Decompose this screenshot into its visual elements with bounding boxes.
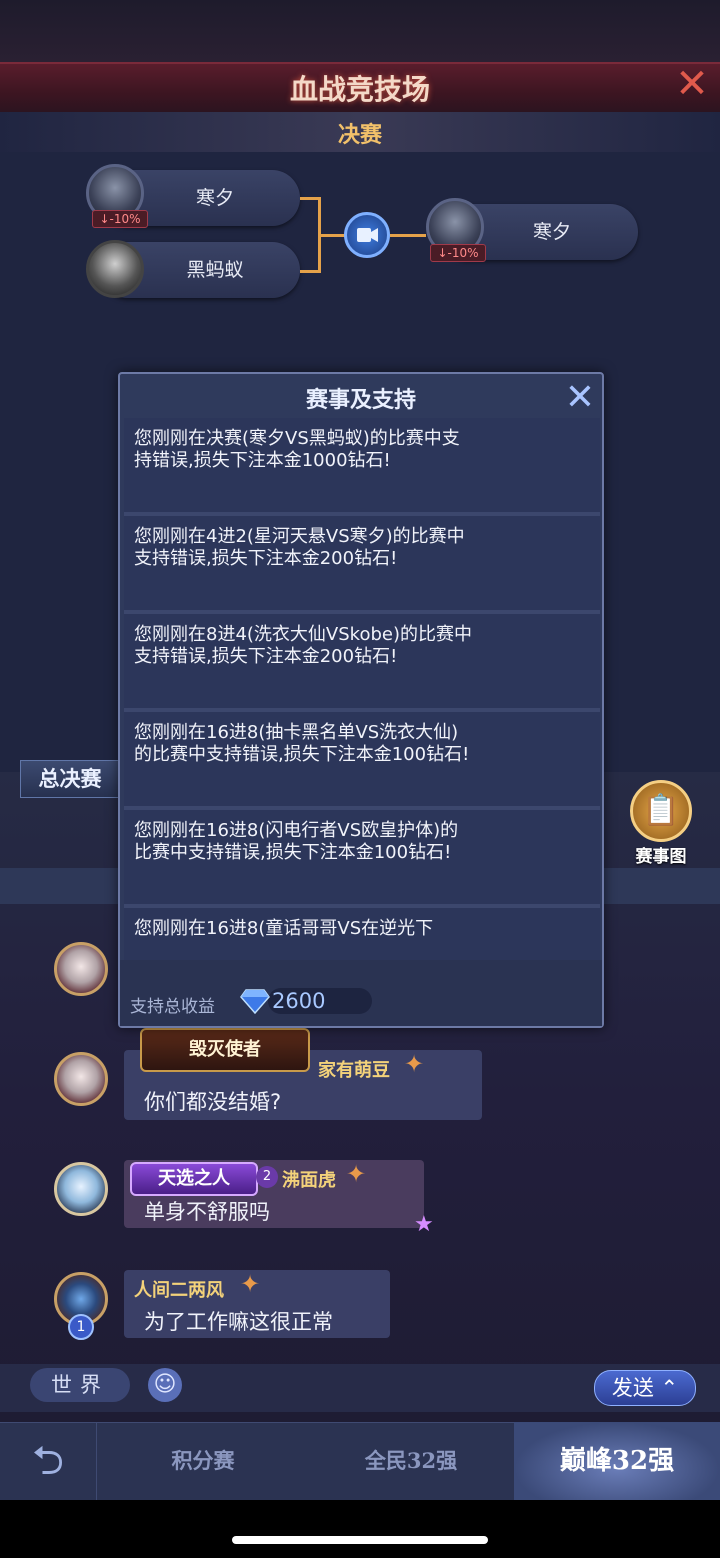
- list-item: 您刚刚在16进8(抽卡黑名单VS洗衣大仙)的比赛中支持错误,损失下注本金100钻…: [124, 712, 600, 810]
- title-badge: 天选之人: [130, 1162, 258, 1196]
- close-icon[interactable]: ✕: [560, 378, 600, 418]
- chat-username[interactable]: 人间二两风: [134, 1276, 224, 1302]
- bet-record-list[interactable]: 您刚刚在决赛(寒夕VS黑蚂蚁)的比赛中支持错误,损失下注本金1000钻石! 您刚…: [124, 418, 600, 962]
- video-play-icon[interactable]: [344, 212, 390, 258]
- list-item-text: 您刚刚在决赛(寒夕VS黑蚂蚁)的比赛中支持错误,损失下注本金1000钻石!: [134, 428, 460, 471]
- chevron-up-icon: ⌃: [653, 1376, 679, 1400]
- support-dialog: 赛事及支持 ✕ 您刚刚在决赛(寒夕VS黑蚂蚁)的比赛中支持错误,损失下注本金10…: [118, 372, 604, 1028]
- nav-top32-peak[interactable]: 巅峰32强: [514, 1422, 720, 1500]
- level-chip: 2: [256, 1166, 278, 1188]
- list-item-text: 您刚刚在8进4(洗衣大仙VSkobe)的比赛中支持错误,损失下注本金200钻石!: [134, 624, 472, 667]
- home-indicator-area: [0, 1500, 720, 1558]
- list-item: 您刚刚在16进8(童话哥哥VS在逆光下: [124, 908, 600, 962]
- list-item: 您刚刚在8进4(洗衣大仙VSkobe)的比赛中支持错误,损失下注本金200钻石!: [124, 614, 600, 712]
- send-label: 发送: [611, 1376, 654, 1400]
- bracket-line: [300, 197, 320, 200]
- player1-change-badge: ↓-10%: [92, 210, 148, 228]
- back-arrow-icon[interactable]: ⮌: [0, 1422, 97, 1500]
- chat-avatar[interactable]: [54, 942, 108, 996]
- emoji-icon[interactable]: ☺: [148, 1368, 182, 1402]
- vip-chip: 1: [68, 1314, 94, 1340]
- list-item-text: 您刚刚在16进8(抽卡黑名单VS洗衣大仙)的比赛中支持错误,损失下注本金100钻…: [134, 722, 470, 765]
- round-title: 决赛: [337, 122, 382, 148]
- tab-final[interactable]: 总决赛: [20, 760, 120, 798]
- list-item: 您刚刚在16进8(闪电行者VS欧皇护体)的比赛中支持错误,损失下注本金100钻石…: [124, 810, 600, 908]
- chat-username[interactable]: 沸面虎: [282, 1166, 336, 1192]
- list-item: 您刚刚在决赛(寒夕VS黑蚂蚁)的比赛中支持错误,损失下注本金1000钻石!: [124, 418, 600, 516]
- winner-change-badge: ↓-10%: [430, 244, 486, 262]
- close-icon[interactable]: ✕: [672, 64, 712, 104]
- chat-message-text: 为了工作嘛这很正常: [144, 1310, 333, 1334]
- channel-select[interactable]: 世界: [30, 1368, 130, 1402]
- schedule-label: 赛事图: [635, 847, 687, 867]
- nav-top32-all[interactable]: 全民32强: [308, 1422, 514, 1500]
- clipboard-icon: 📋: [630, 780, 692, 842]
- bracket-line: [390, 234, 426, 237]
- page-title: 血战竞技场: [289, 73, 430, 106]
- home-indicator[interactable]: [232, 1536, 488, 1544]
- rank-star-icon: ✦: [346, 1160, 367, 1188]
- bracket-line: [300, 270, 320, 273]
- send-button[interactable]: 发送 ⌃: [594, 1370, 696, 1406]
- chat-message-text: 单身不舒服吗: [144, 1200, 270, 1224]
- schedule-button[interactable]: 📋 赛事图: [626, 780, 696, 867]
- rank-star-icon: ✦: [240, 1270, 261, 1298]
- chat-message-text: 你们都没结婚?: [144, 1090, 282, 1114]
- title-badge: 毁灭使者: [140, 1028, 310, 1072]
- chat-username[interactable]: 家有萌豆: [318, 1056, 390, 1082]
- rank-star-icon: ✦: [404, 1050, 425, 1078]
- list-item-text: 您刚刚在4进2(星河天悬VS寒夕)的比赛中支持错误,损失下注本金200钻石!: [134, 526, 465, 569]
- total-earnings-value: 2600: [272, 989, 326, 1013]
- bracket-line: [318, 234, 346, 237]
- list-item: 您刚刚在4进2(星河天悬VS寒夕)的比赛中支持错误,损失下注本金200钻石!: [124, 516, 600, 614]
- list-item-text: 您刚刚在16进8(童话哥哥VS在逆光下: [134, 918, 434, 939]
- chat-avatar[interactable]: [54, 1162, 108, 1216]
- list-item-text: 您刚刚在16进8(闪电行者VS欧皇护体)的比赛中支持错误,损失下注本金100钻石…: [134, 820, 459, 863]
- chat-avatar[interactable]: [54, 1052, 108, 1106]
- sparkle-icon: ★: [414, 1212, 434, 1237]
- total-earnings-label: 支持总收益: [130, 997, 215, 1017]
- status-area: [0, 0, 720, 62]
- player2-avatar: [86, 240, 144, 298]
- diamond-icon: [240, 989, 270, 1014]
- nav-points-match[interactable]: 积分赛: [98, 1422, 308, 1500]
- dialog-title: 赛事及支持: [305, 387, 416, 413]
